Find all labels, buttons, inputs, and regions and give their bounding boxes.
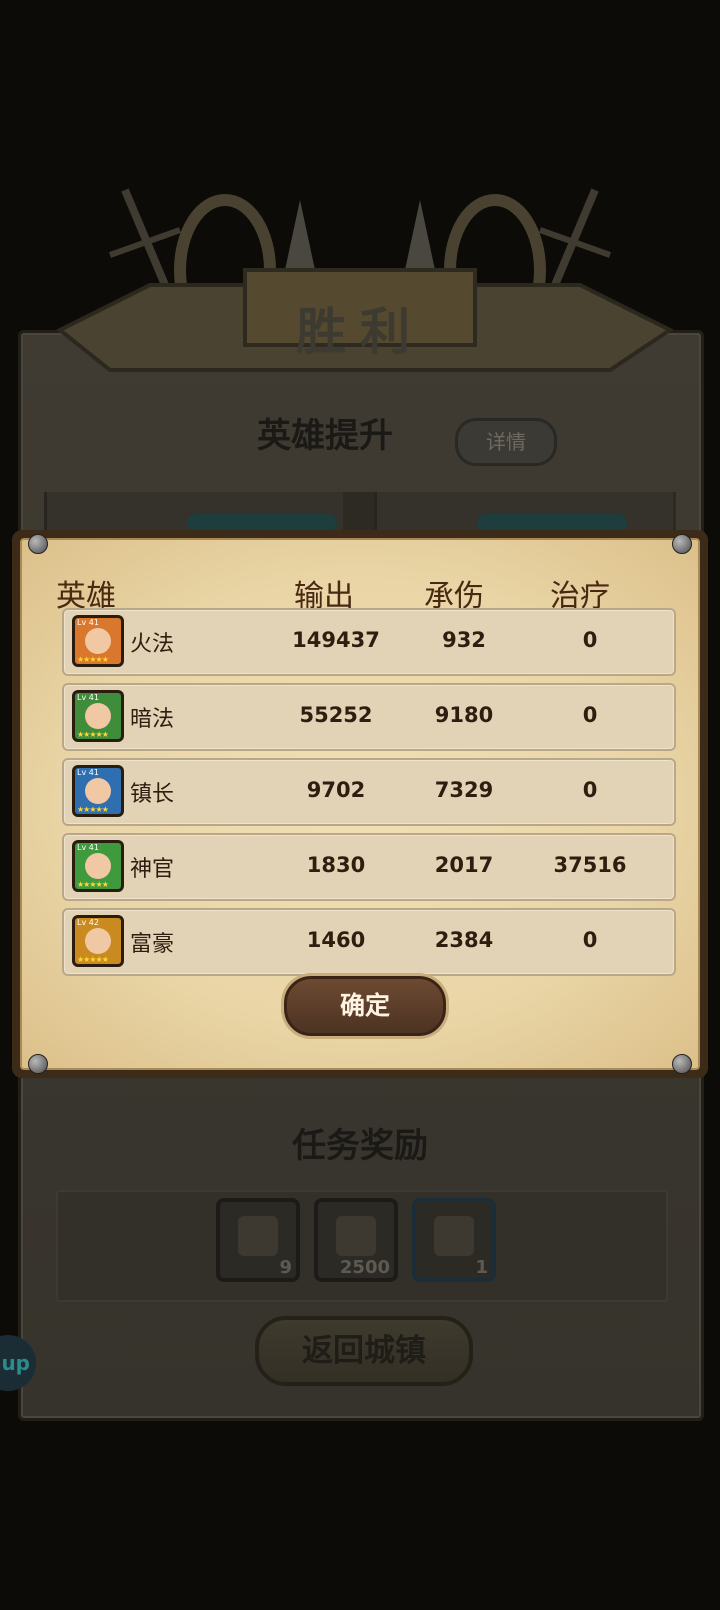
victory-title: 胜利 bbox=[296, 302, 424, 361]
hero-level: Lv 41 bbox=[77, 618, 99, 627]
hero-portrait-icon bbox=[85, 703, 111, 729]
damage-taken-value: 932 bbox=[442, 628, 486, 652]
star-rating-icon: ★★★★★ bbox=[77, 805, 109, 814]
hero-avatar: Lv 41 ★★★★★ bbox=[72, 840, 124, 892]
hero-exp-strip bbox=[44, 492, 676, 532]
hero-portrait-icon bbox=[85, 928, 111, 954]
return-to-town-button[interactable]: 返回城镇 bbox=[255, 1316, 473, 1386]
hero-level: Lv 41 bbox=[77, 843, 99, 852]
hero-exp-card bbox=[44, 492, 343, 532]
hero-level: Lv 41 bbox=[77, 693, 99, 702]
reward-count: 1 bbox=[475, 1257, 488, 1278]
hero-level: Lv 41 bbox=[77, 768, 99, 777]
damage-taken-value: 7329 bbox=[434, 778, 494, 802]
reward-item[interactable]: 1 bbox=[412, 1198, 496, 1282]
damage-value: 1830 bbox=[306, 853, 366, 877]
reward-count: 2500 bbox=[339, 1257, 390, 1278]
battle-stats-parchment: 英雄 输出 承伤 治疗 Lv 41 ★★★★★ 火法 149437 932 0 Lv 41 ★… bbox=[20, 538, 700, 1070]
hero-exp-card bbox=[374, 492, 673, 532]
star-rating-icon: ★★★★★ bbox=[77, 955, 109, 964]
healing-value: 0 bbox=[582, 778, 598, 802]
star-rating-icon: ★★★★★ bbox=[77, 730, 109, 739]
battle-stats-modal: 英雄 输出 承伤 治疗 Lv 41 ★★★★★ 火法 149437 932 0 Lv 41 ★… bbox=[12, 530, 708, 1078]
hero-name: 神官 bbox=[130, 857, 175, 882]
hero-portrait-icon bbox=[85, 853, 111, 879]
hero-name: 暗法 bbox=[130, 707, 175, 732]
hero-stat-row: Lv 41 ★★★★★ 镇长 9702 7329 0 bbox=[62, 758, 676, 826]
hero-stat-row: Lv 41 ★★★★★ 火法 149437 932 0 bbox=[62, 608, 676, 676]
hero-level: Lv 42 bbox=[77, 918, 99, 927]
hero-stat-row: Lv 42 ★★★★★ 富豪 1460 2384 0 bbox=[62, 908, 676, 976]
victory-banner: 胜利 bbox=[0, 180, 720, 420]
damage-taken-value: 2017 bbox=[434, 853, 494, 877]
rivet-icon bbox=[672, 1054, 692, 1074]
hero-portrait-icon bbox=[85, 778, 111, 804]
hero-portrait-icon bbox=[85, 628, 111, 654]
star-rating-icon: ★★★★★ bbox=[77, 880, 109, 889]
chest-icon bbox=[434, 1216, 474, 1256]
damage-taken-value: 2384 bbox=[434, 928, 494, 952]
hero-name: 富豪 bbox=[130, 932, 175, 957]
hero-upgrade-title: 英雄提升 bbox=[257, 416, 393, 456]
star-rating-icon: ★★★★★ bbox=[77, 655, 109, 664]
hero-stat-row: Lv 41 ★★★★★ 神官 1830 2017 37516 bbox=[62, 833, 676, 901]
healing-value: 37516 bbox=[553, 853, 627, 877]
damage-value: 149437 bbox=[292, 628, 380, 652]
details-button[interactable]: 详情 bbox=[455, 418, 557, 466]
damage-value: 55252 bbox=[299, 703, 373, 727]
hero-stat-row: Lv 41 ★★★★★ 暗法 55252 9180 0 bbox=[62, 683, 676, 751]
gold-bag-icon bbox=[336, 1216, 376, 1256]
hero-name: 镇长 bbox=[130, 782, 175, 807]
rivet-icon bbox=[672, 534, 692, 554]
hero-avatar: Lv 41 ★★★★★ bbox=[72, 690, 124, 742]
healing-value: 0 bbox=[582, 703, 598, 727]
rivet-icon bbox=[28, 1054, 48, 1074]
hero-name: 火法 bbox=[130, 632, 175, 657]
rivet-icon bbox=[28, 534, 48, 554]
reward-item[interactable]: 9 bbox=[216, 1198, 300, 1282]
damage-taken-value: 9180 bbox=[434, 703, 494, 727]
healing-value: 0 bbox=[582, 928, 598, 952]
scroll-icon bbox=[238, 1216, 278, 1256]
hero-avatar: Lv 42 ★★★★★ bbox=[72, 915, 124, 967]
reward-count: 9 bbox=[279, 1257, 292, 1278]
hero-avatar: Lv 41 ★★★★★ bbox=[72, 615, 124, 667]
damage-value: 9702 bbox=[306, 778, 366, 802]
task-reward-title: 任务奖励 bbox=[292, 1126, 428, 1166]
hero-avatar: Lv 41 ★★★★★ bbox=[72, 765, 124, 817]
confirm-button[interactable]: 确定 bbox=[284, 976, 446, 1036]
reward-item[interactable]: 2500 bbox=[314, 1198, 398, 1282]
healing-value: 0 bbox=[582, 628, 598, 652]
damage-value: 1460 bbox=[306, 928, 366, 952]
